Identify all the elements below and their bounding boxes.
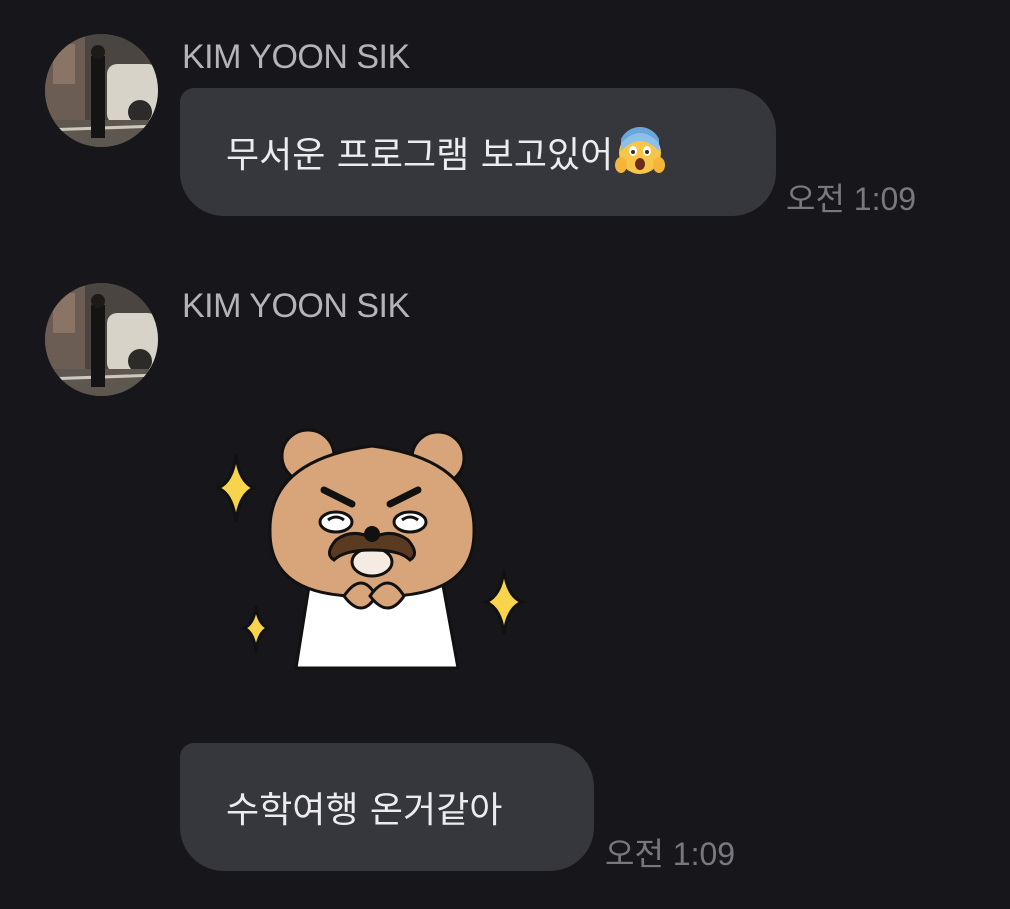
sparkle-icon: [481, 569, 527, 635]
screaming-face-emoji: [615, 127, 666, 174]
sparkle-icon: [213, 454, 259, 523]
avatar[interactable]: [45, 34, 158, 147]
message-bubble[interactable]: 무서운 프로그램 보고있어: [180, 88, 776, 216]
sender-name: KIM YOON SIK: [182, 38, 410, 76]
profile-photo: [45, 283, 158, 396]
sparkle-icon: [239, 605, 273, 653]
message-text: 무서운 프로그램 보고있어: [226, 135, 614, 176]
sender-name: KIM YOON SIK: [182, 287, 410, 325]
message-time: 오전 1:09: [786, 181, 917, 217]
message-text: 수학여행 온거같아: [226, 790, 503, 831]
message-bubble[interactable]: 수학여행 온거같아: [180, 743, 594, 871]
chat-room: KIM YOON SIK 무서운 프로그램 보고있어 오전 1:09 KIM Y…: [0, 0, 1010, 909]
bear-sticker[interactable]: [212, 420, 528, 682]
avatar[interactable]: [45, 283, 158, 396]
message-time: 오전 1:09: [605, 836, 736, 872]
profile-photo: [45, 34, 158, 147]
